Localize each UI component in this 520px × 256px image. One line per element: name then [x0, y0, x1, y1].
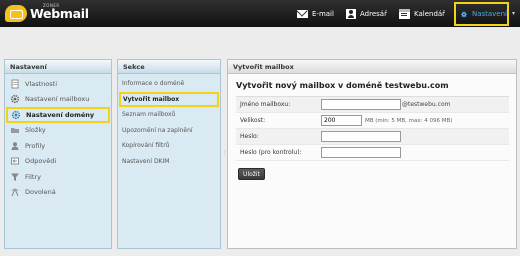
section-item-upozorneni[interactable]: Upozornění na zaplnění — [118, 123, 220, 139]
gear-icon — [10, 95, 20, 104]
nav-calendar[interactable]: Kalendář — [399, 0, 445, 27]
section-item-seznam-mailboxu[interactable]: Seznam mailboxů — [118, 107, 220, 123]
settings-sidebar: Nastavení Vlastnosti Nastavení mailboxu … — [4, 59, 112, 249]
sidebar-item-label: Profily — [25, 141, 46, 150]
folder-icon — [11, 128, 19, 134]
form-row-password: Heslo: — [236, 129, 509, 145]
gear-icon — [11, 110, 21, 119]
sidebar-item-label: Složky — [25, 126, 46, 135]
password-label: Heslo: — [240, 133, 259, 140]
page-title: Vytvořit nový mailbox v doméně testwebu.… — [236, 81, 449, 90]
mailbox-name-label: Jméno mailboxu: — [240, 101, 291, 108]
sidebar-item-label: Nastavení domény — [26, 110, 95, 119]
envelope-icon — [297, 9, 308, 18]
sidebar-item-vlastnosti[interactable]: Vlastnosti — [5, 76, 111, 92]
nav-contacts-label: Adresář — [360, 9, 387, 18]
size-label: Velikost: — [240, 117, 266, 124]
logo-small-text: ZONER — [43, 3, 60, 8]
sidebar-item-profily[interactable]: Profily — [5, 138, 111, 154]
logo-mail-icon — [5, 5, 27, 22]
vacation-icon — [11, 188, 19, 197]
logo[interactable]: ZONER Webmail — [5, 3, 89, 24]
sidebar-item-nastaveni-domeny[interactable]: Nastavení domény — [6, 107, 110, 123]
calendar-icon — [399, 8, 410, 19]
sections-panel-title: Sekce — [118, 60, 220, 74]
reply-icon — [11, 157, 19, 165]
form-row-password-check: Heslo (pro kontrolu): — [236, 145, 509, 161]
form-row-name: Jméno mailboxu: @testwebu.com — [236, 97, 509, 113]
password-input[interactable] — [321, 131, 401, 142]
create-mailbox-form: Jméno mailboxu: @testwebu.com Velikost: … — [236, 96, 509, 161]
caret-down-icon[interactable]: ▾ — [512, 10, 515, 17]
nav-contacts[interactable]: Adresář — [346, 0, 387, 27]
nav-calendar-label: Kalendář — [414, 9, 446, 18]
size-input[interactable] — [321, 115, 362, 126]
section-item-dkim[interactable]: Nastavení DKIM — [118, 154, 220, 170]
mailbox-name-input[interactable] — [321, 99, 401, 110]
sidebar-item-label: Filtry — [25, 172, 41, 181]
nav-settings-label: Nastavení — [471, 10, 507, 18]
domain-suffix: @testwebu.com — [402, 101, 451, 108]
sidebar-item-dovolena[interactable]: Dovolená — [5, 185, 111, 201]
sections-panel: Sekce Informace o doméně Vytvořit mailbo… — [117, 59, 221, 249]
password-check-input[interactable] — [321, 147, 401, 158]
sidebar-item-odpovedi[interactable]: Odpovědi — [5, 154, 111, 170]
nav-settings[interactable]: Nastavení — [454, 2, 509, 26]
document-icon — [11, 79, 19, 89]
contact-icon — [346, 8, 356, 19]
user-icon — [11, 142, 19, 150]
sidebar-item-label: Dovolená — [25, 188, 56, 197]
form-row-size: Velikost: MB (min: 5 MB, max: 4 096 MB) — [236, 113, 509, 129]
sidebar-item-nastaveni-mailboxu[interactable]: Nastavení mailboxu — [5, 92, 111, 108]
password-check-label: Heslo (pro kontrolu): — [240, 149, 302, 156]
filter-icon — [11, 173, 19, 181]
sidebar-item-slozky[interactable]: Složky — [5, 123, 111, 139]
panel-splitter[interactable]: ⋮ — [222, 150, 228, 164]
logo-title: Webmail — [30, 6, 89, 21]
sidebar-item-label: Nastavení mailboxu — [25, 95, 90, 104]
sidebar-item-label: Vlastnosti — [25, 79, 58, 88]
top-bar: ZONER Webmail E-mail Adresář Kalendář Na… — [0, 0, 520, 27]
create-mailbox-panel: Vytvořit mailbox Vytvořit nový mailbox v… — [227, 59, 517, 249]
save-button[interactable]: Uložit — [238, 168, 265, 180]
size-note: MB (min: 5 MB, max: 4 096 MB) — [365, 117, 453, 124]
section-item-vytvorit-mailbox[interactable]: Vytvořit mailbox — [119, 91, 219, 107]
nav-email[interactable]: E-mail — [297, 0, 334, 27]
gear-icon — [460, 11, 467, 18]
sidebar-item-label: Odpovědi — [25, 157, 57, 166]
sidebar-item-filtry[interactable]: Filtry — [5, 169, 111, 185]
section-item-informace[interactable]: Informace o doméně — [118, 76, 220, 92]
section-item-kopirovani-filtru[interactable]: Kopírování filtrů — [118, 138, 220, 154]
create-mailbox-panel-title: Vytvořit mailbox — [228, 60, 516, 74]
nav-email-label: E-mail — [312, 9, 334, 18]
settings-sidebar-title: Nastavení — [5, 60, 111, 74]
logo-text: ZONER Webmail — [30, 3, 89, 21]
